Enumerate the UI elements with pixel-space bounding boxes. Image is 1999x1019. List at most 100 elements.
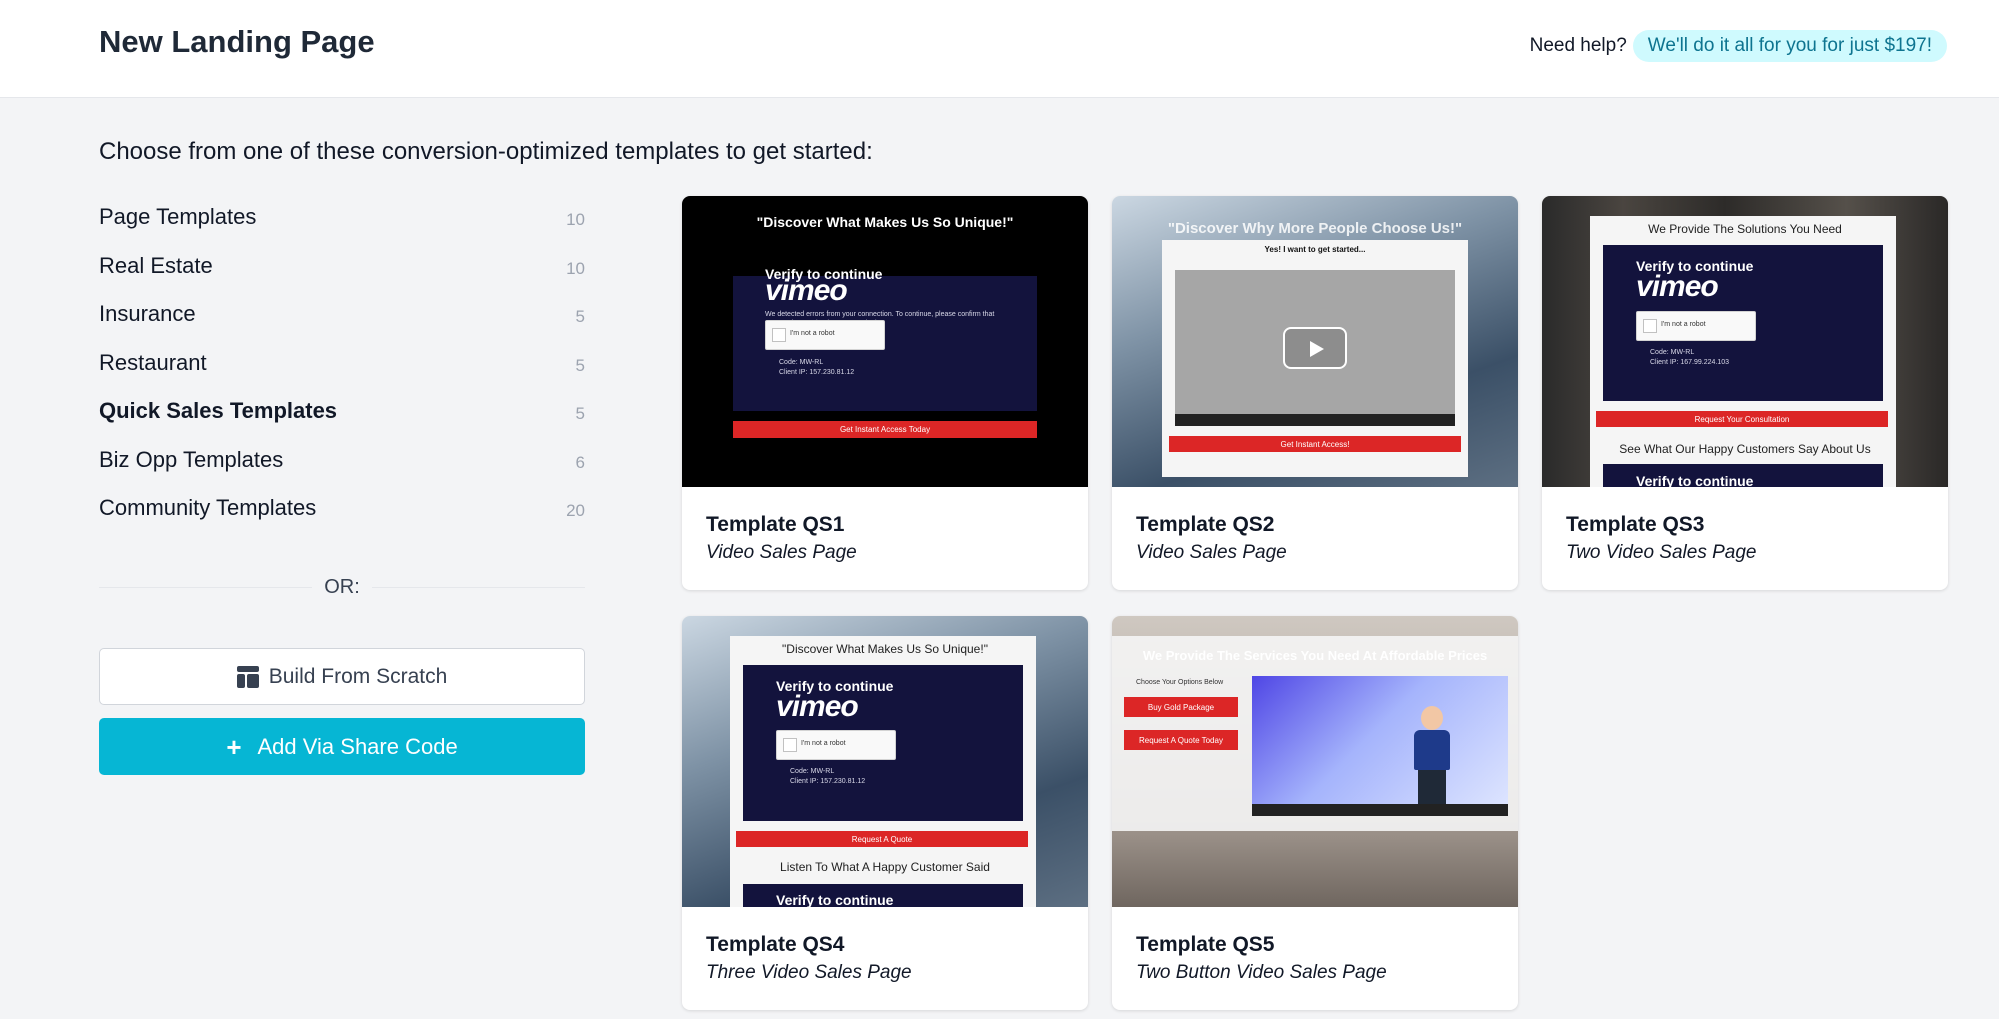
captcha-box: I'm not a robot bbox=[776, 730, 896, 760]
preview-cta: Request Your Consultation bbox=[1596, 411, 1888, 427]
captcha-box: I'm not a robot bbox=[765, 320, 885, 350]
play-icon bbox=[1283, 327, 1347, 369]
card-info: Template QS5 Two Button Video Sales Page bbox=[1112, 907, 1518, 1010]
category-count: 5 bbox=[575, 404, 585, 424]
category-label: Page Templates bbox=[99, 204, 257, 230]
preview-headline: "Discover What Makes Us So Unique!" bbox=[756, 214, 1014, 230]
page-subtitle: Choose from one of these conversion-opti… bbox=[99, 138, 873, 165]
card-description: Video Sales Page bbox=[1136, 542, 1287, 563]
category-label: Real Estate bbox=[99, 252, 213, 278]
cartoon-person-icon bbox=[1406, 706, 1456, 806]
captcha-label: I'm not a robot bbox=[801, 740, 846, 747]
card-info: Template QS3 Two Video Sales Page bbox=[1542, 487, 1948, 590]
card-description: Three Video Sales Page bbox=[706, 962, 912, 983]
preview-section-title: See What Our Happy Customers Say About U… bbox=[1619, 442, 1871, 456]
category-quick-sales-templates[interactable]: Quick Sales Templates 5 bbox=[99, 387, 585, 436]
video-controls bbox=[1252, 804, 1508, 816]
category-label: Quick Sales Templates bbox=[99, 398, 338, 424]
preview-section-title: Listen To What A Happy Customer Said bbox=[780, 860, 990, 874]
category-count: 10 bbox=[566, 258, 585, 278]
category-label: Community Templates bbox=[99, 495, 317, 521]
preview-code: Code: MW-RL bbox=[779, 359, 824, 366]
video-controls bbox=[1175, 414, 1455, 426]
divider-line bbox=[99, 586, 313, 588]
help-offer-link[interactable]: We'll do it all for you for just $197! bbox=[1632, 30, 1947, 62]
card-title: Template QS2 bbox=[1136, 513, 1275, 536]
card-info: Template QS1 Video Sales Page bbox=[682, 487, 1088, 590]
preview-cta: Get Instant Access! bbox=[1169, 436, 1461, 452]
build-from-scratch-button[interactable]: Build From Scratch bbox=[99, 648, 585, 705]
category-count: 5 bbox=[575, 307, 585, 327]
add-via-share-code-label: Add Via Share Code bbox=[257, 733, 458, 759]
template-preview: "Discover What Makes Us So Unique!" Veri… bbox=[682, 196, 1088, 487]
captcha-label: I'm not a robot bbox=[790, 330, 835, 337]
preview-subhead: Yes! I want to get started... bbox=[1264, 245, 1366, 254]
category-biz-opp-templates[interactable]: Biz Opp Templates 6 bbox=[99, 436, 585, 485]
preview-ip: Client IP: 167.99.224.103 bbox=[1650, 359, 1730, 366]
build-from-scratch-label: Build From Scratch bbox=[268, 664, 448, 688]
preview-code: Code: MW-RL bbox=[1650, 349, 1695, 356]
vimeo-logo: vimeo bbox=[776, 690, 859, 723]
preview-code: Code: MW-RL bbox=[790, 768, 835, 775]
category-list: Page Templates 10 Real Estate 10 Insuran… bbox=[99, 193, 585, 533]
category-label: Insurance bbox=[99, 301, 196, 327]
category-real-estate[interactable]: Real Estate 10 bbox=[99, 242, 585, 291]
preview-verify-text-2: Verify to continue bbox=[1636, 473, 1754, 487]
or-divider: OR: bbox=[99, 570, 585, 604]
page-title: New Landing Page bbox=[99, 24, 375, 59]
card-description: Video Sales Page bbox=[706, 542, 857, 563]
category-insurance[interactable]: Insurance 5 bbox=[99, 290, 585, 339]
header: New Landing Page Need help? We'll do it … bbox=[0, 0, 1999, 98]
preview-headline: We Provide The Services You Need At Affo… bbox=[1142, 648, 1488, 663]
category-community-templates[interactable]: Community Templates 20 bbox=[99, 484, 585, 533]
card-title: Template QS5 bbox=[1136, 933, 1275, 956]
preview-video bbox=[1252, 676, 1508, 816]
category-label: Biz Opp Templates bbox=[99, 446, 284, 472]
add-via-share-code-button[interactable]: + Add Via Share Code bbox=[99, 718, 585, 775]
template-card-qs2[interactable]: "Discover Why More People Choose Us!" Ye… bbox=[1112, 196, 1518, 590]
preview-headline: "Discover Why More People Choose Us!" bbox=[1167, 220, 1463, 237]
template-card-qs4[interactable]: "Discover What Makes Us So Unique!" Veri… bbox=[682, 616, 1088, 1010]
preview-button-2: Request A Quote Today bbox=[1124, 730, 1238, 750]
captcha-box: I'm not a robot bbox=[1636, 311, 1756, 341]
category-count: 20 bbox=[566, 501, 585, 521]
preview-headline: "Discover What Makes Us So Unique!" bbox=[782, 642, 988, 656]
card-info: Template QS4 Three Video Sales Page bbox=[682, 907, 1088, 1010]
layout-icon bbox=[236, 665, 259, 688]
preview-cta: Request A Quote bbox=[736, 831, 1028, 847]
template-card-qs1[interactable]: "Discover What Makes Us So Unique!" Veri… bbox=[682, 196, 1088, 590]
help-area: Need help? We'll do it all for you for j… bbox=[1530, 30, 1947, 62]
card-description: Two Video Sales Page bbox=[1566, 542, 1757, 563]
vimeo-logo: vimeo bbox=[1636, 270, 1719, 303]
captcha-label: I'm not a robot bbox=[1661, 321, 1706, 328]
preview-button-1: Buy Gold Package bbox=[1124, 697, 1238, 717]
preview-cta: Get Instant Access Today bbox=[733, 421, 1037, 438]
card-title: Template QS3 bbox=[1566, 513, 1705, 536]
preview-verify-text-2: Verify to continue bbox=[776, 892, 894, 907]
category-restaurant[interactable]: Restaurant 5 bbox=[99, 339, 585, 388]
preview-headline: We Provide The Solutions You Need bbox=[1648, 222, 1842, 236]
preview-ip: Client IP: 157.230.81.12 bbox=[790, 778, 866, 785]
divider-text: OR: bbox=[324, 575, 360, 598]
card-title: Template QS1 bbox=[706, 513, 845, 536]
card-title: Template QS4 bbox=[706, 933, 845, 956]
plus-icon: + bbox=[226, 731, 242, 762]
category-count: 10 bbox=[566, 210, 585, 230]
template-preview: "Discover What Makes Us So Unique!" Veri… bbox=[682, 616, 1088, 907]
card-info: Template QS2 Video Sales Page bbox=[1112, 487, 1518, 590]
preview-ip: Client IP: 157.230.81.12 bbox=[779, 369, 855, 376]
template-preview: We Provide The Solutions You Need Verify… bbox=[1542, 196, 1948, 487]
template-card-qs5[interactable]: We Provide The Services You Need At Affo… bbox=[1112, 616, 1518, 1010]
template-card-qs3[interactable]: We Provide The Solutions You Need Verify… bbox=[1542, 196, 1948, 590]
card-description: Two Button Video Sales Page bbox=[1136, 962, 1387, 983]
category-count: 5 bbox=[575, 355, 585, 375]
preview-options-label: Choose Your Options Below bbox=[1136, 679, 1224, 686]
category-count: 6 bbox=[575, 452, 585, 472]
help-label: Need help? bbox=[1529, 35, 1627, 56]
template-preview: "Discover Why More People Choose Us!" Ye… bbox=[1112, 196, 1518, 487]
category-page-templates[interactable]: Page Templates 10 bbox=[99, 193, 585, 242]
template-preview: We Provide The Services You Need At Affo… bbox=[1112, 616, 1518, 907]
vimeo-logo: vimeo bbox=[765, 274, 848, 307]
category-label: Restaurant bbox=[99, 349, 207, 375]
divider-line bbox=[371, 586, 585, 588]
